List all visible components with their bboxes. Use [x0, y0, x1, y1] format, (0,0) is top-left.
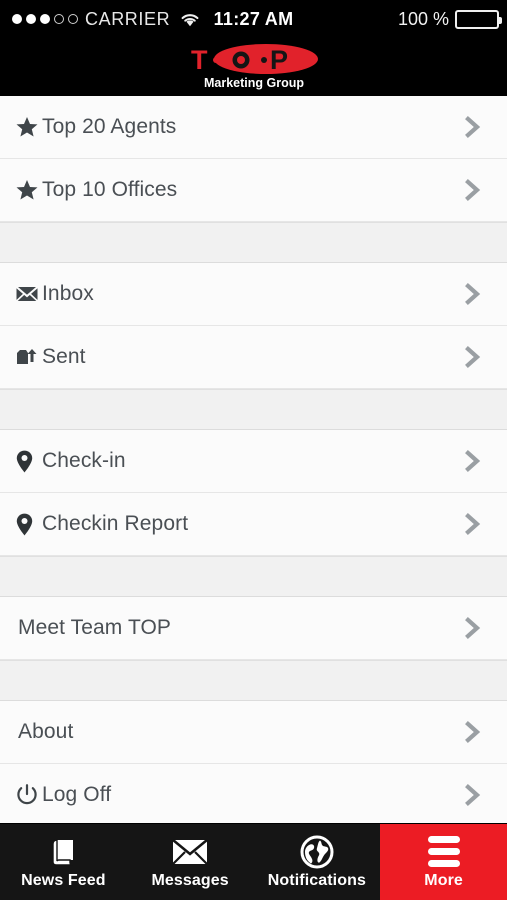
menu-item-sent[interactable]: Sent	[0, 326, 507, 389]
menu-item-label: About	[18, 720, 74, 743]
app-screen: CARRIER 11:27 AM 100 % T P Marketing Gro…	[0, 0, 507, 900]
menu-item-label: Top 10 Offices	[42, 178, 178, 201]
section-separator	[0, 389, 507, 430]
wifi-icon	[180, 12, 200, 27]
globe-icon	[300, 835, 334, 869]
signal-dot-empty	[68, 14, 78, 24]
section-separator	[0, 222, 507, 263]
star-icon	[16, 116, 42, 138]
menu-item-label: Sent	[42, 345, 86, 368]
tab-notifications[interactable]: Notifications	[254, 824, 381, 900]
chevron-right-icon	[461, 614, 485, 642]
status-bar-left: CARRIER	[8, 9, 200, 30]
menu-item-label: Inbox	[42, 282, 94, 305]
menu-item-inbox[interactable]: Inbox	[0, 263, 507, 326]
svg-text:P: P	[270, 45, 288, 75]
signal-strength-dots	[8, 14, 78, 24]
tab-label: Notifications	[267, 871, 366, 889]
power-icon	[16, 784, 42, 806]
brand-header: T P Marketing Group	[0, 38, 507, 96]
battery-percent-label: 100 %	[397, 8, 449, 29]
menu-item-label: Check-in	[42, 449, 126, 472]
envelope-icon	[16, 285, 42, 303]
outbox-upload-icon	[16, 347, 42, 367]
tab-label: More	[424, 871, 463, 889]
book-icon	[46, 835, 80, 869]
bottom-tab-bar: News Feed Messages Notifications More	[0, 823, 507, 900]
section-separator	[0, 556, 507, 597]
chevron-right-icon	[461, 447, 485, 475]
tab-news-feed[interactable]: News Feed	[0, 824, 127, 900]
signal-dot-empty	[54, 14, 64, 24]
menu-item-top-20-agents[interactable]: Top 20 Agents	[0, 96, 507, 159]
menu-item-top-10-offices[interactable]: Top 10 Offices	[0, 159, 507, 222]
map-pin-icon	[16, 450, 42, 473]
chevron-right-icon	[461, 176, 485, 204]
menu-item-label: Top 20 Agents	[42, 115, 177, 138]
menu-item-label: Checkin Report	[42, 512, 189, 535]
status-bar-right: 100 %	[397, 8, 502, 30]
hamburger-icon	[427, 835, 460, 869]
menu-item-label: Log Off	[42, 783, 112, 806]
signal-dot-filled	[12, 14, 22, 24]
status-bar: CARRIER 11:27 AM 100 %	[0, 0, 507, 38]
signal-dot-filled	[26, 14, 36, 24]
menu-item-check-in[interactable]: Check-in	[0, 430, 507, 493]
menu-item-checkin-report[interactable]: Checkin Report	[0, 493, 507, 556]
chevron-right-icon	[461, 343, 485, 371]
chevron-right-icon	[461, 280, 485, 308]
menu-item-meet-team-top[interactable]: Meet Team TOP	[0, 597, 507, 660]
svg-text:T: T	[191, 45, 208, 75]
chevron-right-icon	[461, 781, 485, 809]
chevron-right-icon	[461, 510, 485, 538]
tab-more[interactable]: More	[380, 824, 507, 900]
map-pin-icon	[16, 513, 42, 536]
menu-item-label: Meet Team TOP	[18, 616, 172, 639]
logo-tagline: Marketing Group	[203, 76, 303, 90]
star-icon	[16, 179, 42, 201]
menu-item-about[interactable]: About	[0, 701, 507, 764]
section-separator	[0, 660, 507, 701]
tab-messages[interactable]: Messages	[127, 824, 254, 900]
envelope-icon	[172, 835, 208, 869]
carrier-label: CARRIER	[85, 8, 171, 29]
tab-label: News Feed	[21, 871, 106, 889]
chevron-right-icon	[461, 718, 485, 746]
tab-label: Messages	[151, 871, 229, 889]
battery-full-icon	[455, 9, 502, 29]
top-marketing-group-logo: T P Marketing Group	[169, 42, 339, 92]
signal-dot-filled	[40, 14, 50, 24]
menu-list: Top 20 Agents Top 10 Offices Inbox Sent …	[0, 96, 507, 823]
menu-item-log-off[interactable]: Log Off	[0, 764, 507, 823]
chevron-right-icon	[461, 113, 485, 141]
